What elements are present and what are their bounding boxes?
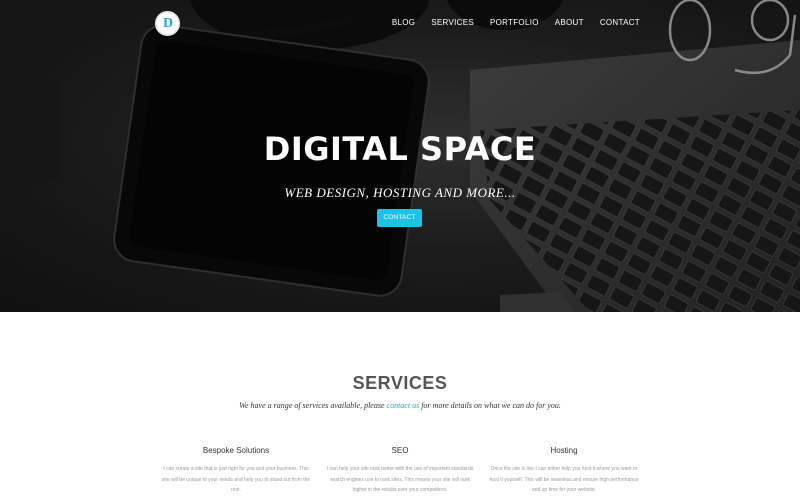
service-card-seo: SEO I can help your site rank better wit…	[325, 446, 475, 496]
service-description: I can help your site rank better with th…	[326, 466, 474, 493]
nav-item-portfolio[interactable]: PORTFOLIO	[490, 18, 539, 27]
site-logo[interactable]: D	[155, 11, 180, 36]
service-description: I can create a site that is just right f…	[161, 466, 311, 493]
service-description: Once the site is live I can either help …	[489, 466, 639, 493]
nav-item-services[interactable]: SERVICES	[431, 18, 474, 27]
nav-item-contact[interactable]: CONTACT	[600, 18, 640, 27]
hero-contact-button[interactable]: CONTACT	[377, 209, 422, 227]
main-nav: BLOG SERVICES PORTFOLIO ABOUT CONTACT	[376, 18, 640, 27]
hero-subtitle: WEB DESIGN, HOSTING AND MORE...	[284, 185, 516, 200]
hero-title: DIGITAL SPACE	[263, 130, 537, 168]
service-card-bespoke: Bespoke Solutions I can create a site th…	[161, 446, 311, 496]
nav-item-about[interactable]: ABOUT	[555, 18, 584, 27]
service-title: Bespoke Solutions	[202, 446, 270, 455]
service-card-hosting: Hosting Once the site is live I can eith…	[489, 446, 639, 496]
contact-us-link[interactable]: contact us	[387, 401, 420, 410]
services-lead: We have a range of services available, p…	[0, 401, 800, 410]
nav-item-blog[interactable]: BLOG	[392, 18, 415, 27]
services-lead-text-before: We have a range of services available, p…	[239, 401, 385, 410]
service-title: Hosting	[550, 446, 578, 455]
service-title: SEO	[391, 446, 409, 455]
services-title: SERVICES	[352, 373, 448, 393]
hero-section: D BLOG SERVICES PORTFOLIO ABOUT CONTACT …	[0, 0, 800, 312]
logo-letter: D	[162, 15, 173, 31]
services-lead-text-after: for more details on what we can do for y…	[421, 401, 561, 410]
